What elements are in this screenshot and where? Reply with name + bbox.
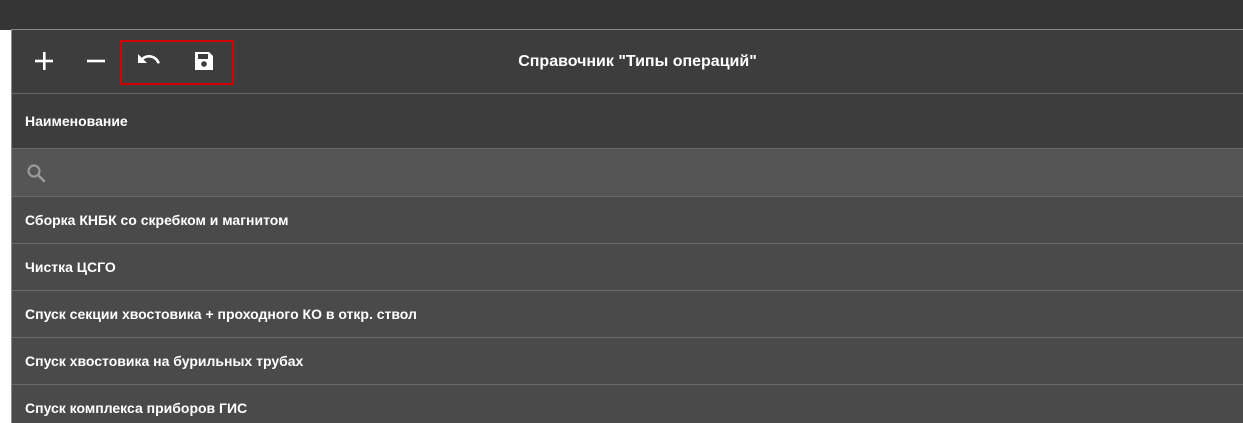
- top-bar: [0, 0, 1243, 30]
- list-item[interactable]: Чистка ЦСГО: [12, 244, 1243, 291]
- list-item-label: Спуск хвостовика на бурильных трубах: [25, 353, 304, 369]
- list-item[interactable]: Спуск секции хвостовика + проходного КО …: [12, 291, 1243, 338]
- list-item-label: Чистка ЦСГО: [25, 259, 116, 275]
- list-item[interactable]: Сборка КНБК со скребком и магнитом: [12, 197, 1243, 244]
- page-title: Справочник "Типы операций": [518, 53, 757, 70]
- search-input[interactable]: [56, 156, 1243, 189]
- list-item[interactable]: Спуск комплекса приборов ГИС: [12, 385, 1243, 423]
- column-header-label: Наименование: [25, 113, 128, 129]
- list-item[interactable]: Спуск хвостовика на бурильных трубах: [12, 338, 1243, 385]
- search-icon: [27, 163, 46, 182]
- reference-panel: Справочник "Типы операций" Наименование …: [11, 29, 1243, 423]
- list-item-label: Спуск секции хвостовика + проходного КО …: [25, 306, 417, 322]
- toolbar: Справочник "Типы операций": [12, 30, 1243, 94]
- column-header-name[interactable]: Наименование: [12, 94, 1243, 149]
- list-item-label: Спуск комплекса приборов ГИС: [25, 400, 248, 416]
- search-row: [12, 149, 1243, 197]
- list-item-label: Сборка КНБК со скребком и магнитом: [25, 212, 289, 228]
